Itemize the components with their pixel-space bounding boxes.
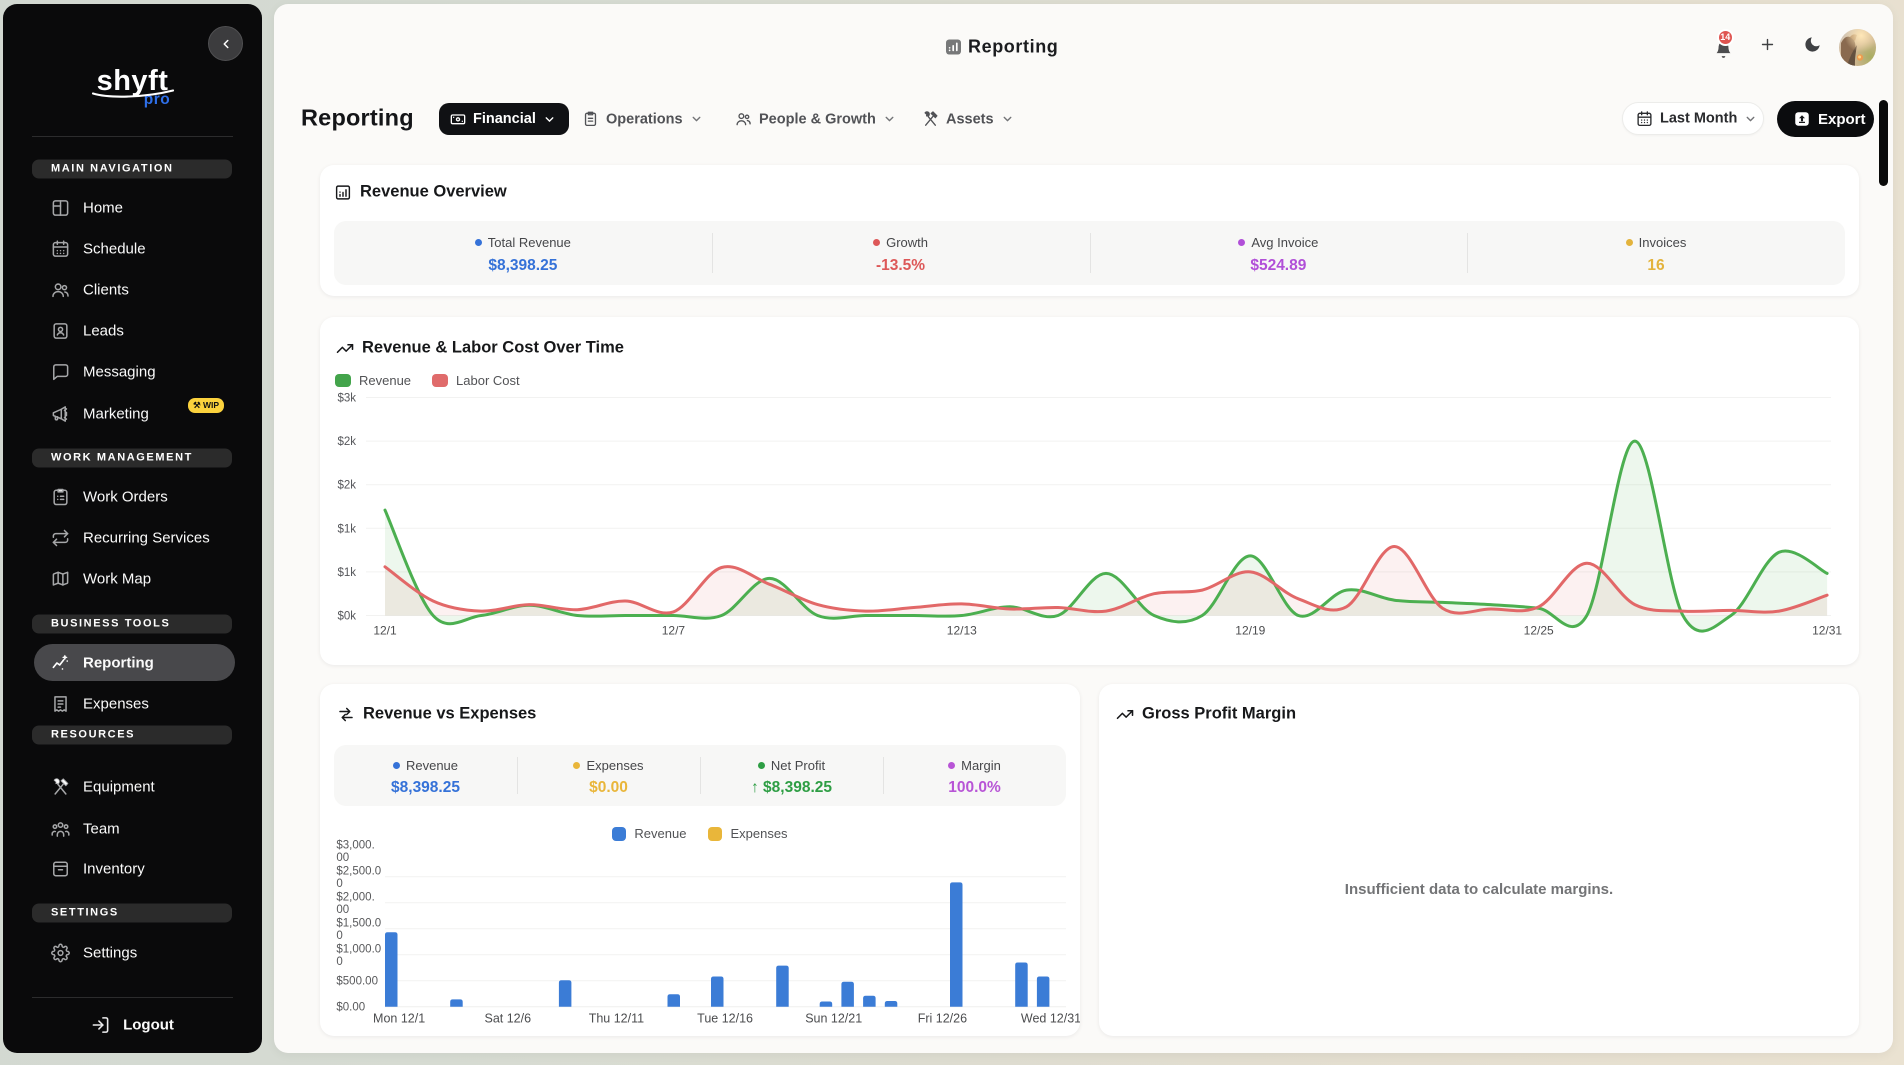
svg-text:12/25: 12/25 xyxy=(1524,624,1554,638)
svg-text:$1k: $1k xyxy=(337,523,356,535)
svg-text:12/31: 12/31 xyxy=(1812,624,1842,638)
svg-text:$1k: $1k xyxy=(337,567,356,579)
svg-text:12/7: 12/7 xyxy=(662,624,686,638)
svg-text:12/1: 12/1 xyxy=(373,624,397,638)
svg-text:12/13: 12/13 xyxy=(947,624,977,638)
svg-text:$3k: $3k xyxy=(337,393,356,405)
svg-text:$2k: $2k xyxy=(337,480,356,492)
svg-text:$2k: $2k xyxy=(337,436,356,448)
svg-text:$0k: $0k xyxy=(337,611,356,623)
svg-text:12/19: 12/19 xyxy=(1235,624,1265,638)
